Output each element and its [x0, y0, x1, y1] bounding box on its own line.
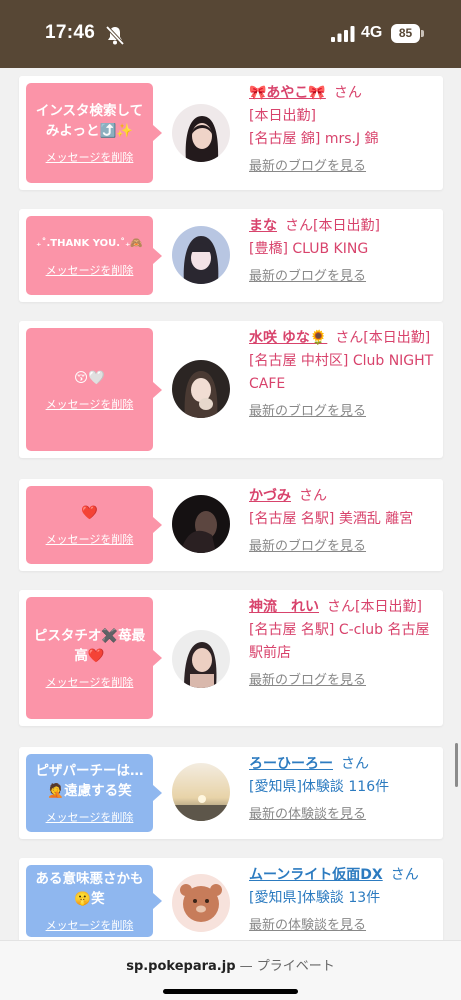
list-item: ₊˚.THANK YOU.˚₊🙈 メッセージを削除 まな さん[本日出勤] [豊橋…	[19, 209, 443, 302]
battery-level: 85	[391, 24, 420, 43]
girl-info: 神流 れい さん[本日出勤] [名古屋 名駅] C-club 名古屋駅前店 最新の…	[249, 596, 437, 692]
shop-info: [名古屋 中村区] Club NIGHT CAFE	[249, 353, 434, 392]
shop-info: [豊橋] CLUB KING	[249, 241, 369, 257]
browser-address-bar[interactable]: sp.pokepara.jp — プライベート	[0, 940, 461, 1000]
avatar[interactable]	[172, 104, 230, 162]
list-item: インスタ検索してみよっと⤴️✨ メッセージを削除 🎀あやこ🎀 さん [本日出勤] …	[19, 76, 443, 190]
avatar[interactable]	[172, 630, 230, 688]
message-text: ₊˚.THANK YOU.˚₊🙈	[36, 237, 143, 249]
scrollbar[interactable]	[455, 743, 458, 787]
list-item: 😚🤍 メッセージを削除 水咲 ゆな🌻 さん[本日出勤] [名古屋 中村区] Clu…	[19, 321, 443, 458]
url-display[interactable]: sp.pokepara.jp — プライベート	[0, 955, 461, 974]
message-bubble: ₊˚.THANK YOU.˚₊🙈 メッセージを削除	[26, 216, 162, 295]
latest-review-link[interactable]: 最新の体験談を見る	[249, 803, 437, 826]
status-bar: 17:46 4G 85	[0, 0, 461, 68]
message-bubble: 😚🤍 メッセージを削除	[26, 328, 162, 451]
url-host: sp.pokepara.jp	[126, 959, 236, 974]
latest-blog-link[interactable]: 最新のブログを見る	[249, 535, 437, 558]
girl-info: 🎀あやこ🎀 さん [本日出勤] [名古屋 錦] mrs.J 錦 最新のブログを見る	[249, 82, 437, 178]
user-name-link[interactable]: ムーンライト仮面DX	[249, 867, 383, 883]
honorific: さん	[333, 85, 362, 101]
delete-message-link[interactable]: メッセージを削除	[46, 674, 134, 690]
shop-info: [名古屋 錦] mrs.J 錦	[249, 131, 379, 147]
honorific: さん	[299, 488, 327, 504]
message-bubble: ある意味悪さかも🤫笑 メッセージを削除	[26, 865, 162, 937]
message-bubble: ピザパーチーは…🤦遠慮する笑 メッセージを削除	[26, 754, 162, 832]
latest-review-link[interactable]: 最新の体験談を見る	[249, 914, 437, 937]
attendance-status: [本日出勤]	[249, 108, 316, 124]
list-item: ある意味悪さかも🤫笑 メッセージを削除 ムーンライト仮面DX さん [愛知県]体験…	[19, 858, 443, 940]
message-list: インスタ検索してみよっと⤴️✨ メッセージを削除 🎀あやこ🎀 さん [本日出勤] …	[0, 68, 461, 940]
delete-message-link[interactable]: メッセージを削除	[46, 396, 134, 412]
delete-message-link[interactable]: メッセージを削除	[46, 262, 134, 278]
message-bubble: ❤️ メッセージを削除	[26, 486, 162, 564]
list-item: ピスタチオ✖️苺最高❤️ メッセージを削除 神流 れい さん[本日出勤] [名古屋…	[19, 590, 443, 726]
message-bubble: ピスタチオ✖️苺最高❤️ メッセージを削除	[26, 597, 162, 719]
bell-slash-icon	[105, 25, 125, 46]
girl-info: 水咲 ゆな🌻 さん[本日出勤] [名古屋 中村区] Club NIGHT CAFE…	[249, 327, 437, 423]
message-text: インスタ検索してみよっと⤴️✨	[35, 103, 144, 139]
avatar[interactable]	[172, 874, 230, 932]
review-count: [愛知県]体験談 13件	[249, 890, 381, 906]
avatar[interactable]	[172, 226, 230, 284]
honorific: さん	[341, 756, 369, 772]
honorific: さん[本日出勤]	[327, 599, 422, 615]
message-bubble: インスタ検索してみよっと⤴️✨ メッセージを削除	[26, 83, 162, 183]
girl-name-link[interactable]: 神流 れい	[249, 599, 319, 615]
latest-blog-link[interactable]: 最新のブログを見る	[249, 669, 437, 692]
avatar[interactable]	[172, 763, 230, 821]
message-text: 😚🤍	[74, 369, 105, 386]
girl-name-link[interactable]: 水咲 ゆな🌻	[249, 330, 327, 346]
user-info: ろーひーろー さん [愛知県]体験談 116件 最新の体験談を見る	[249, 753, 437, 826]
message-text: ピスタチオ✖️苺最高❤️	[33, 628, 146, 664]
girl-info: まな さん[本日出勤] [豊橋] CLUB KING 最新のブログを見る	[249, 215, 437, 288]
network-type: 4G	[361, 24, 383, 41]
battery-icon: 85	[391, 24, 424, 43]
honorific: さん[本日出勤]	[285, 218, 380, 234]
latest-blog-link[interactable]: 最新のブログを見る	[249, 155, 437, 178]
latest-blog-link[interactable]: 最新のブログを見る	[249, 400, 437, 423]
message-text: ピザパーチーは…🤦遠慮する笑	[35, 763, 144, 799]
home-indicator[interactable]	[163, 989, 298, 994]
review-count: [愛知県]体験談 116件	[249, 779, 390, 795]
list-item: ❤️ メッセージを削除 かづみ さん [名古屋 名駅] 美酒乱 離宮 最新のブログ…	[19, 479, 443, 571]
delete-message-link[interactable]: メッセージを削除	[46, 917, 134, 933]
status-time: 17:46	[45, 22, 96, 43]
delete-message-link[interactable]: メッセージを削除	[46, 531, 134, 547]
girl-name-link[interactable]: 🎀あやこ🎀	[249, 85, 326, 101]
delete-message-link[interactable]: メッセージを削除	[46, 149, 134, 165]
message-text: ある意味悪さかも🤫笑	[35, 871, 144, 907]
latest-blog-link[interactable]: 最新のブログを見る	[249, 265, 437, 288]
message-text: ❤️	[81, 505, 98, 521]
girl-name-link[interactable]: かづみ	[249, 488, 291, 504]
signal-bars-icon	[331, 26, 355, 42]
avatar[interactable]	[172, 495, 230, 553]
url-separator: —	[239, 959, 253, 974]
honorific: さん[本日出勤]	[335, 330, 431, 346]
girl-info: かづみ さん [名古屋 名駅] 美酒乱 離宮 最新のブログを見る	[249, 485, 437, 558]
shop-info: [名古屋 名駅] 美酒乱 離宮	[249, 511, 414, 527]
honorific: さん	[390, 867, 419, 883]
shop-info: [名古屋 名駅] C-club 名古屋駅前店	[249, 622, 430, 661]
user-info: ムーンライト仮面DX さん [愛知県]体験談 13件 最新の体験談を見る	[249, 864, 437, 937]
user-name-link[interactable]: ろーひーろー	[249, 756, 333, 772]
private-mode-label: プライベート	[256, 959, 335, 974]
girl-name-link[interactable]: まな	[249, 218, 277, 234]
avatar[interactable]	[172, 360, 230, 418]
delete-message-link[interactable]: メッセージを削除	[46, 809, 134, 825]
list-item: ピザパーチーは…🤦遠慮する笑 メッセージを削除 ろーひーろー さん [愛知県]体験…	[19, 747, 443, 839]
